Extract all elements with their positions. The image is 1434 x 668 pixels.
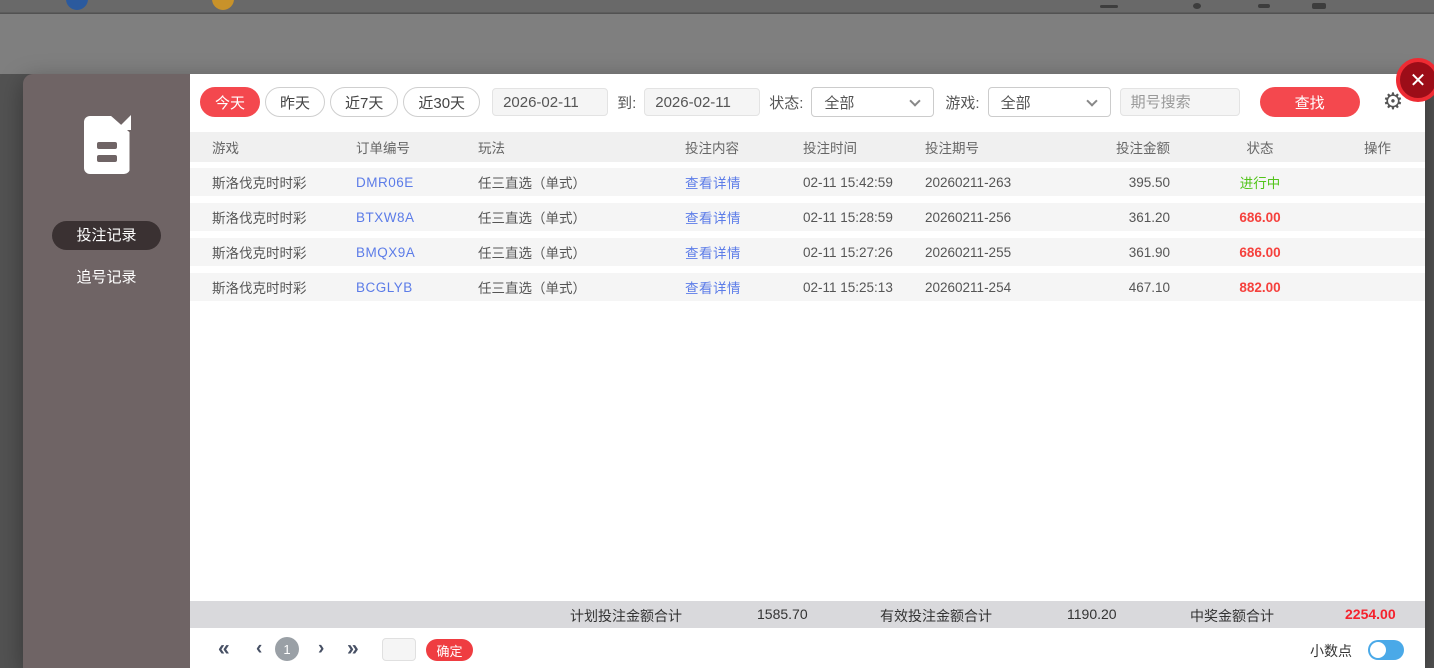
cell-period: 20260211-263	[925, 174, 1012, 190]
quick-range-group: 今天 昨天 近7天 近30天	[200, 87, 485, 117]
column-header: 投注内容	[685, 141, 739, 156]
detail-link[interactable]: 查看详情	[685, 242, 803, 262]
detail-link[interactable]: 查看详情	[685, 277, 803, 297]
column-header: 状态	[1246, 141, 1274, 156]
table-row: 斯洛伐克时时彩 BTXW8A 任三直选（单式） 查看详情 02-11 15:28:59 2…	[190, 203, 1425, 231]
decimal-toggle-label: 小数点	[1310, 643, 1352, 659]
table-body: 斯洛伐克时时彩 DMR06E 任三直选（单式） 查看详情 02-11 15:42:59 2…	[190, 168, 1425, 308]
cell-time: 02-11 15:27:26	[803, 244, 893, 260]
order-link[interactable]: DMR06E	[356, 175, 478, 190]
order-link[interactable]: BTXW8A	[356, 210, 478, 225]
column-header: 操作	[1364, 141, 1391, 156]
quick-range-button[interactable]: 近30天	[403, 87, 481, 117]
browser-topbar	[0, 0, 1434, 13]
quick-range-button[interactable]: 今天	[200, 87, 261, 117]
cell-period: 20260211-254	[925, 279, 1012, 295]
detail-link[interactable]: 查看详情	[685, 172, 803, 192]
last-page-icon[interactable]: »	[347, 637, 359, 661]
date-to-input[interactable]	[644, 88, 761, 116]
modal-sidebar: 投注记录 追号记录	[23, 74, 190, 668]
cell-play: 任三直选（单式）	[478, 176, 586, 191]
lottery-page-header	[0, 14, 1434, 74]
sidebar-menu: 投注记录 追号记录	[23, 221, 190, 292]
cell-amount: 361.90	[1128, 244, 1170, 260]
period-search-input[interactable]	[1119, 88, 1240, 116]
current-page-badge[interactable]: 1	[275, 637, 299, 661]
cell-game: 斯洛伐克时时彩	[212, 281, 307, 296]
cell-amount: 467.10	[1128, 279, 1170, 295]
decimal-toggle[interactable]	[1368, 640, 1404, 660]
detail-link[interactable]: 查看详情	[685, 207, 803, 227]
cell-amount: 395.50	[1128, 174, 1170, 190]
next-page-icon[interactable]: ›	[318, 637, 324, 661]
cell-game: 斯洛伐克时时彩	[212, 176, 307, 191]
cell-play: 任三直选（单式）	[478, 211, 586, 226]
cell-game: 斯洛伐克时时彩	[212, 246, 307, 261]
page-input[interactable]	[382, 638, 416, 661]
column-header: 游戏	[212, 141, 239, 156]
toolbar-glyph	[1312, 3, 1326, 9]
quick-range-button[interactable]: 近7天	[330, 87, 399, 117]
status-select[interactable]: 全部	[811, 87, 935, 117]
table-header-row: 游戏 订单编号 玩法 投注内容 投注时间 投注期号 投注金额 状态 操作	[190, 132, 1425, 162]
order-link[interactable]: BMQX9A	[356, 245, 478, 260]
sidebar-item-bet-records[interactable]: 投注记录	[52, 221, 161, 250]
first-page-icon[interactable]: «	[218, 637, 230, 661]
bet-records-modal: 投注记录追号记录 今天昨天近7天近30天 到: 状态: 全部 游戏: 全部 查找…	[23, 74, 1425, 668]
quick-range-button[interactable]: 昨天	[265, 87, 326, 117]
prev-page-icon[interactable]: ‹	[256, 637, 262, 661]
toggle-knob	[1370, 642, 1386, 658]
modal-content: 今天昨天近7天近30天 到: 状态: 全部 游戏: 全部 查找 ⚙ 游戏 订单编号…	[190, 74, 1425, 668]
browser-icon-yellow	[212, 0, 234, 10]
cell-amount: 361.20	[1128, 209, 1170, 225]
filter-bar: 今天昨天近7天近30天 到: 状态: 全部 游戏: 全部 查找 ⚙	[200, 87, 1419, 117]
cell-time: 02-11 15:42:59	[803, 174, 893, 190]
cell-game: 斯洛伐克时时彩	[212, 211, 307, 226]
cell-period: 20260211-256	[925, 209, 1012, 225]
plan-total-label: 计划投注金额合计	[570, 608, 682, 624]
pagination: « ‹ 1 › » 确定 小数点	[190, 632, 1425, 668]
cell-period: 20260211-255	[925, 244, 1012, 260]
valid-total-label: 有效投注金额合计	[880, 608, 992, 624]
table-row: 斯洛伐克时时彩 DMR06E 任三直选（单式） 查看详情 02-11 15:42:59 2…	[190, 168, 1425, 196]
win-total-value: 2254.00	[1345, 606, 1396, 622]
valid-total-value: 1190.20	[1067, 606, 1117, 622]
cell-time: 02-11 15:28:59	[803, 209, 893, 225]
chevron-down-icon	[909, 95, 922, 107]
toolbar-glyph	[1193, 3, 1201, 9]
date-to-label: 到:	[617, 94, 637, 112]
column-header: 投注期号	[925, 141, 979, 156]
win-total-label: 中奖金额合计	[1190, 608, 1274, 624]
date-from-input[interactable]	[492, 88, 609, 116]
column-header: 投注时间	[803, 141, 857, 156]
status-text: 进行中	[1239, 176, 1281, 191]
search-button[interactable]: 查找	[1259, 87, 1360, 117]
table-row: 斯洛伐克时时彩 BMQX9A 任三直选（单式） 查看详情 02-11 15:27:26 2…	[190, 238, 1425, 266]
game-select[interactable]: 全部	[987, 87, 1111, 117]
cell-play: 任三直选（单式）	[478, 246, 586, 261]
confirm-page-button[interactable]: 确定	[426, 639, 473, 661]
cell-time: 02-11 15:25:13	[803, 279, 893, 295]
order-link[interactable]: BCGLYB	[356, 280, 478, 295]
toolbar-glyph	[1100, 5, 1118, 8]
table-row: 斯洛伐克时时彩 BCGLYB 任三直选（单式） 查看详情 02-11 15:25:13 2…	[190, 273, 1425, 301]
column-header: 玩法	[478, 141, 505, 156]
status-text: 686.00	[1239, 209, 1281, 225]
game-label: 游戏:	[945, 94, 980, 112]
status-text: 882.00	[1239, 279, 1281, 295]
records-icon	[83, 115, 131, 174]
summary-bar: 计划投注金额合计 1585.70 有效投注金额合计 1190.20 中奖金额合计…	[190, 601, 1425, 628]
close-modal-button[interactable]: ✕	[1396, 58, 1434, 102]
column-header: 投注金额	[1116, 141, 1170, 156]
status-text: 686.00	[1239, 244, 1281, 260]
close-icon: ✕	[1409, 68, 1427, 92]
column-header: 订单编号	[356, 141, 410, 156]
toolbar-glyph	[1258, 4, 1270, 8]
status-label: 状态:	[769, 94, 804, 112]
chevron-down-icon	[1085, 95, 1098, 107]
browser-icon-blue	[66, 0, 88, 10]
sidebar-item-chase-records[interactable]: 追号记录	[52, 263, 160, 292]
plan-total-value: 1585.70	[757, 606, 808, 622]
cell-play: 任三直选（单式）	[478, 281, 586, 296]
